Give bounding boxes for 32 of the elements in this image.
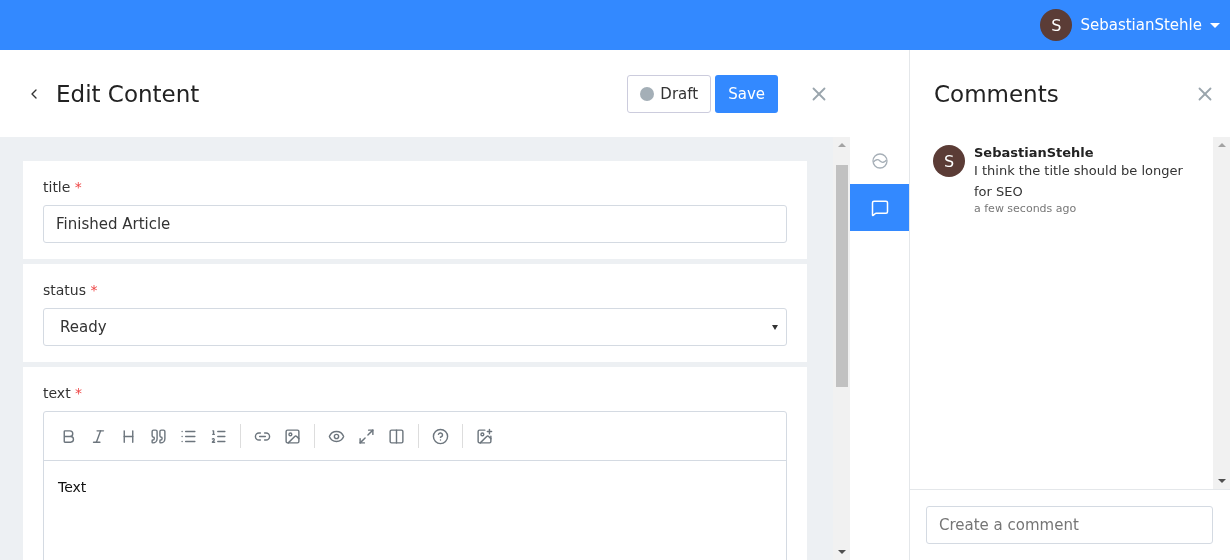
field-label: title *	[43, 179, 83, 195]
panel-title: Comments	[934, 80, 1060, 107]
columns-icon[interactable]	[388, 427, 405, 445]
help-icon[interactable]	[432, 427, 449, 445]
comment-author: SebastianStehle	[974, 145, 1095, 160]
comment-input[interactable]: Create a comment	[926, 506, 1213, 544]
scrollbar[interactable]	[833, 137, 850, 560]
fullscreen-icon[interactable]	[358, 427, 375, 445]
comments-tab[interactable]	[850, 184, 909, 231]
comment-time: a few seconds ago	[974, 202, 1078, 215]
required-mark: *	[75, 385, 83, 401]
scrollbar[interactable]	[1213, 137, 1230, 489]
select-field[interactable]: Ready	[43, 308, 787, 346]
status-button[interactable]: Draft	[627, 74, 712, 113]
image-icon[interactable]	[284, 427, 301, 445]
input-field[interactable]: Finished Article	[43, 205, 787, 243]
caret-icon[interactable]	[1210, 22, 1220, 28]
history-icon	[871, 152, 888, 169]
quote-icon[interactable]	[150, 427, 167, 445]
chat-icon	[870, 198, 889, 217]
field-label: text *	[43, 385, 84, 401]
numbered-list-icon[interactable]	[210, 427, 227, 445]
page-title: Edit Content	[56, 80, 201, 107]
required-mark: *	[74, 179, 82, 195]
required-mark: *	[90, 282, 98, 298]
field-label: status *	[43, 282, 99, 298]
user-avatar[interactable]: S	[1040, 9, 1073, 41]
comment-avatar: S	[933, 145, 965, 177]
editor-field[interactable]: Text	[43, 411, 787, 560]
image-icon[interactable]	[476, 427, 493, 445]
comment-text: I think the title should be longer for SEO	[974, 162, 1184, 201]
italic-icon[interactable]	[90, 427, 107, 445]
